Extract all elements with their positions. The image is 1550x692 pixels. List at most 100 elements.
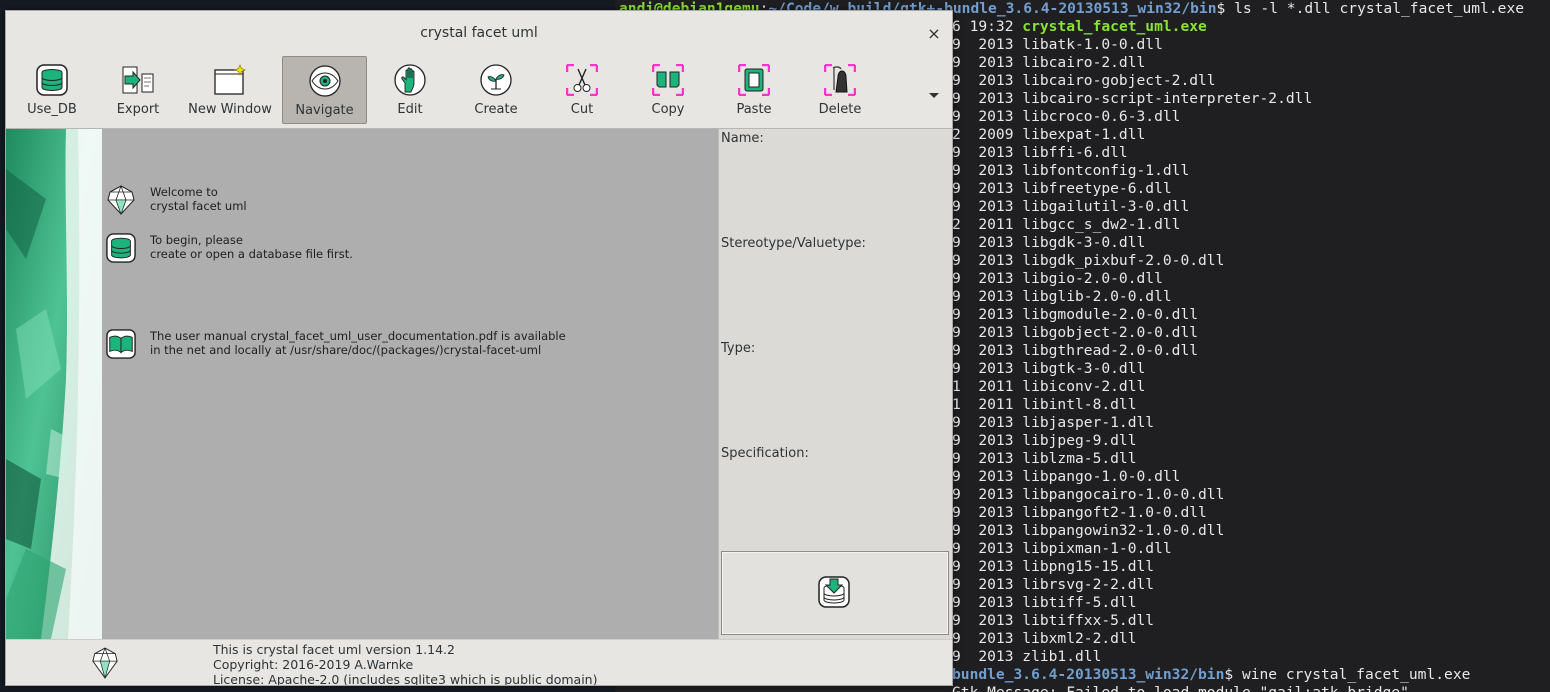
manual-line2: in the net and locally at /usr/share/doc…: [150, 343, 542, 357]
toolbar-overflow-icon[interactable]: [926, 89, 942, 101]
toolbar: Use_DB Export New Window Navigate Edit C…: [6, 56, 952, 129]
terminal-line: 9 2013 libgdk-3-0.dll: [952, 234, 1145, 252]
paste-label: Paste: [736, 102, 772, 117]
terminal-line: 9 2013 libgio-2.0-0.dll: [952, 270, 1163, 288]
output-text: 9 2013 libcairo-2.dll: [952, 54, 1146, 71]
output-text: 9 2013 libtiffxx-5.dll: [952, 612, 1155, 629]
output-text: 9 2013 libjasper-1.dll: [952, 414, 1155, 431]
terminal-line: 9 2013 libgthread-2.0-0.dll: [952, 342, 1198, 360]
version-line: This is crystal facet uml version 1.14.2: [213, 642, 455, 657]
copy-label: Copy: [651, 102, 685, 117]
close-button[interactable]: ×: [924, 24, 944, 44]
paste-icon: [738, 64, 770, 96]
edit-button[interactable]: Edit: [370, 56, 450, 124]
output-text: 2 2011 libgcc_s_dw2-1.dll: [952, 216, 1181, 233]
output-text: 9 2013 libcroco-0.6-3.dll: [952, 108, 1181, 125]
paste-button[interactable]: Paste: [714, 56, 794, 124]
terminal-line: 9 2013 libatk-1.0-0.dll: [952, 36, 1163, 54]
copy-button[interactable]: Copy: [628, 56, 708, 124]
terminal-line: 9 2013 libffi-6.dll: [952, 144, 1128, 162]
output-text: 9 2013 libcairo-script-interpreter-2.dll: [952, 90, 1313, 107]
terminal-line: 6 19:32 crystal_facet_uml.exe: [952, 18, 1207, 36]
scissors-icon: [566, 64, 598, 96]
output-text: 9 2013 liblzma-5.dll: [952, 450, 1137, 467]
name-label: Name:: [721, 131, 764, 146]
welcome-text: Welcome to crystal facet uml: [150, 185, 247, 213]
output-text: 9 2013 libatk-1.0-0.dll: [952, 36, 1163, 53]
terminal-line: 9 2013 libpango-1.0-0.dll: [952, 468, 1180, 486]
output-text: 9 2013 libcairo-gobject-2.dll: [952, 72, 1216, 89]
new-window-button[interactable]: New Window: [184, 56, 276, 124]
navigate-label: Navigate: [295, 103, 354, 118]
output-text: 1 2011 libiconv-2.dll: [952, 378, 1146, 395]
terminal-line: 9 2013 libfontconfig-1.dll: [952, 162, 1189, 180]
terminal-line: 1 2011 libiconv-2.dll: [952, 378, 1145, 396]
commit-button[interactable]: [721, 551, 949, 635]
manual-text: The user manual crystal_facet_uml_user_d…: [150, 329, 566, 357]
license-line: License: Apache-2.0 (includes sqlite3 wh…: [213, 672, 598, 686]
copyright-line: Copyright: 2016-2019 A.Warnke: [213, 657, 414, 672]
use-db-button[interactable]: Use_DB: [8, 56, 96, 124]
terminal-line: 9 2013 zlib1.dll: [952, 648, 1101, 666]
terminal-line: 9 2013 libpangoft2-1.0-0.dll: [952, 504, 1207, 522]
stereotype-label: Stereotype/Valuetype:: [721, 236, 866, 251]
output-text: 9 2013 libglib-2.0-0.dll: [952, 288, 1172, 305]
output-text: 9 2013 librsvg-2-2.dll: [952, 576, 1155, 593]
terminal-line: bundle_3.6.4-20130513_win32/bin$ wine cr…: [952, 666, 1470, 684]
terminal-line: 9 2013 libtiff-5.dll: [952, 594, 1137, 612]
cut-button[interactable]: Cut: [542, 56, 622, 124]
command-text: $ wine crystal_facet_uml.exe: [1224, 666, 1471, 683]
create-label: Create: [474, 102, 518, 117]
terminal-line: 9 2013 libjasper-1.dll: [952, 414, 1154, 432]
terminal-line: 2 2009 libexpat-1.dll: [952, 126, 1145, 144]
output-text: 9 2013 libtiff-5.dll: [952, 594, 1137, 611]
output-text: 9 2013 zlib1.dll: [952, 648, 1102, 665]
terminal-line: 9 2013 libcairo-2.dll: [952, 54, 1145, 72]
output-text: 9 2013 libgobject-2.0-0.dll: [952, 324, 1199, 341]
book-icon: [106, 329, 136, 359]
diagram-canvas[interactable]: Welcome to crystal facet uml To begin, p…: [102, 129, 718, 639]
attributes-panel: Name: Stereotype/Valuetype: Type: Specif…: [718, 129, 952, 639]
begin-line1: To begin, please: [150, 233, 243, 247]
begin-text: To begin, please create or open a databa…: [150, 233, 353, 261]
terminal-line: 9 2013 libgdk_pixbuf-2.0-0.dll: [952, 252, 1224, 270]
specification-label: Specification:: [721, 446, 809, 461]
delete-button[interactable]: Delete: [800, 56, 880, 124]
export-button[interactable]: Export: [98, 56, 178, 124]
command-text: $ ls -l *.dll crystal_facet_uml.exe: [1216, 0, 1525, 17]
sprout-icon: [480, 64, 512, 96]
export-icon: [122, 66, 154, 94]
prompt-path: bundle_3.6.4-20130513_win32/bin: [952, 666, 1225, 683]
output-text: 9 2013 libpangoft2-1.0-0.dll: [952, 504, 1207, 521]
output-text: 2 2009 libexpat-1.dll: [952, 126, 1146, 143]
terminal-line: 1 2011 libintl-8.dll: [952, 396, 1137, 414]
output-text: 9 2013 libgtk-3-0.dll: [952, 360, 1146, 377]
output-text: 9 2013 libfontconfig-1.dll: [952, 162, 1190, 179]
executable-name: crystal_facet_uml.exe: [1022, 18, 1207, 35]
window-title: crystal facet uml: [420, 25, 538, 41]
create-button[interactable]: Create: [456, 56, 536, 124]
output-text: 9 2013 libfreetype-6.dll: [952, 180, 1172, 197]
output-text: 9 2013 libpixman-1-0.dll: [952, 540, 1172, 557]
terminal-line: 2 2011 libgcc_s_dw2-1.dll: [952, 216, 1180, 234]
navigate-button[interactable]: Navigate: [282, 56, 367, 124]
hand-icon: [394, 64, 426, 96]
output-text: 1 2011 libintl-8.dll: [952, 396, 1137, 413]
terminal-line: Gtk-Message: Failed to load module "gail…: [952, 684, 1409, 692]
welcome-message: Welcome to crystal facet uml: [106, 185, 706, 219]
output-text: Gtk-Message: Failed to load module "gail…: [952, 684, 1409, 692]
terminal-line: 9 2013 libjpeg-9.dll: [952, 432, 1137, 450]
terminal-line: 9 2013 libtiffxx-5.dll: [952, 612, 1154, 630]
terminal-line: 9 2013 libgobject-2.0-0.dll: [952, 324, 1198, 342]
database-icon: [36, 64, 68, 96]
output-text: 9 2013 libgdk_pixbuf-2.0-0.dll: [952, 252, 1225, 269]
welcome-line2: crystal facet uml: [150, 199, 247, 213]
begin-line2: create or open a database file first.: [150, 247, 353, 261]
output-text: 9 2013 libpangowin32-1.0-0.dll: [952, 522, 1225, 539]
crystal-icon: [107, 185, 135, 215]
output-text: 9 2013 libgmodule-2.0-0.dll: [952, 306, 1199, 323]
output-text: 9 2013 libxml2-2.dll: [952, 630, 1137, 647]
output-text: 9 2013 libgthread-2.0-0.dll: [952, 342, 1199, 359]
terminal-line: 9 2013 libfreetype-6.dll: [952, 180, 1172, 198]
use-db-label: Use_DB: [27, 102, 77, 117]
